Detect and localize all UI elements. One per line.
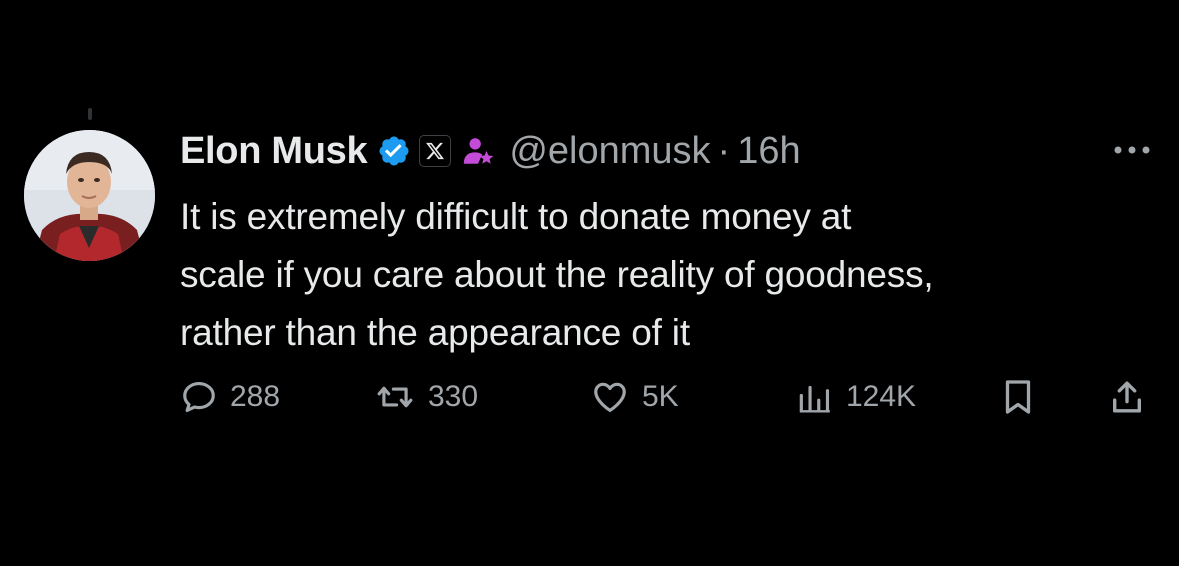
author-handle[interactable]: @elonmusk [509, 130, 710, 173]
meta-separator: · [717, 129, 731, 172]
more-options-button[interactable] [1110, 140, 1154, 160]
share-icon [1113, 381, 1141, 413]
bookmark-icon [1005, 380, 1031, 414]
views-button[interactable]: 124K [794, 372, 916, 422]
more-dots-icon [1114, 146, 1150, 154]
like-count: 5K [642, 380, 679, 413]
x-affiliate-badge-icon[interactable] [419, 135, 452, 167]
tweet-action-bar: 288 330 5K 124K [180, 372, 1155, 422]
bookmark-button[interactable] [1000, 372, 1036, 422]
tweet-header: Elon Musk @elonmusk · 16h [180, 126, 801, 176]
views-chart-icon [799, 385, 830, 413]
reply-count: 288 [230, 380, 281, 413]
repost-icon [377, 386, 413, 408]
tweet-text: It is extremely difficult to donate mone… [180, 196, 934, 353]
share-button[interactable] [1108, 372, 1146, 422]
thread-connector-line [88, 108, 92, 120]
verified-badge-icon[interactable] [377, 134, 411, 168]
like-button[interactable]: 5K [590, 372, 679, 422]
repost-button[interactable]: 330 [374, 372, 478, 422]
avatar[interactable] [24, 130, 155, 261]
repost-count: 330 [428, 380, 479, 413]
tweet-timestamp[interactable]: 16h [737, 130, 800, 173]
views-count: 124K [846, 380, 917, 413]
subscriber-badge-icon[interactable] [461, 134, 495, 168]
reply-button[interactable]: 288 [180, 372, 280, 422]
reply-icon [183, 381, 215, 413]
heart-icon [594, 382, 626, 413]
author-display-name[interactable]: Elon Musk [180, 130, 368, 173]
